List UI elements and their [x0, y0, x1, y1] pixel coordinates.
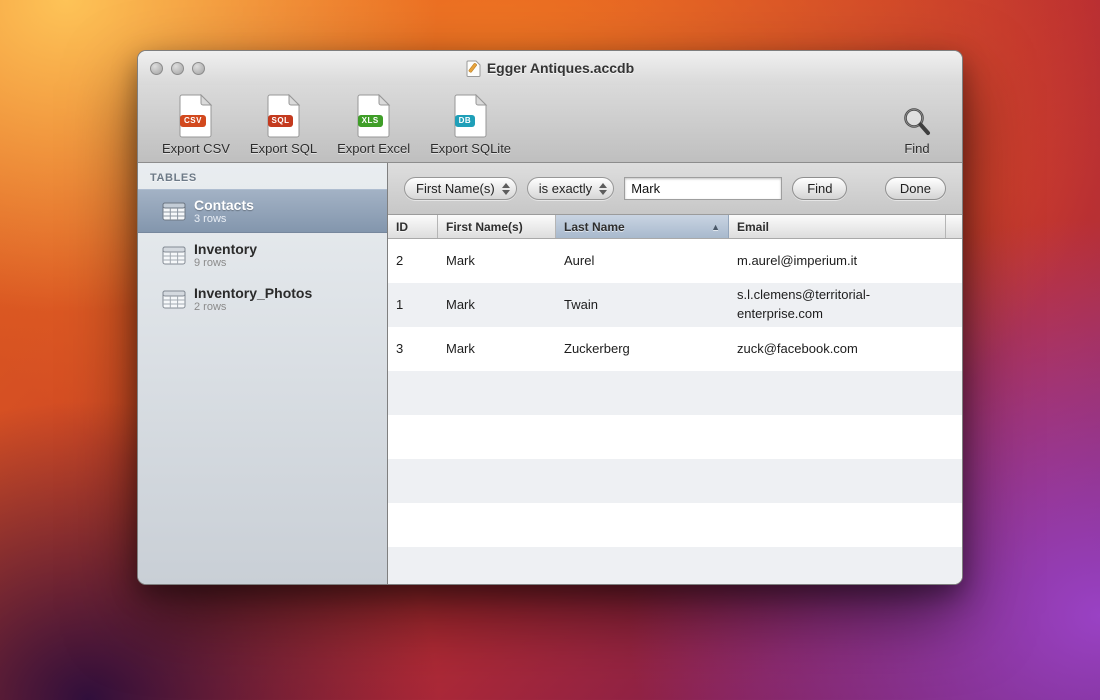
operator-select[interactable]: is exactly: [527, 177, 614, 200]
close-button[interactable]: [150, 62, 163, 75]
stepper-arrows-icon: [599, 183, 607, 195]
column-header-email[interactable]: Email: [729, 215, 946, 238]
zoom-button[interactable]: [192, 62, 205, 75]
operator-select-value: is exactly: [539, 181, 592, 196]
xls-badge: XLS: [358, 115, 383, 127]
export-sql-label: Export SQL: [250, 141, 317, 156]
cell-email: zuck@facebook.com: [729, 327, 962, 371]
sidebar-item-rowcount: 3 rows: [194, 213, 254, 226]
field-select-value: First Name(s): [416, 181, 495, 196]
sidebar-item-inventory[interactable]: Inventory 9 rows: [138, 233, 387, 277]
sidebar: TABLES Contacts 3: [138, 163, 388, 584]
empty-row: [388, 415, 962, 459]
cell-last-name: Zuckerberg: [556, 327, 729, 371]
cell-email: m.aurel@imperium.it: [729, 239, 962, 283]
table-grid-icon: [162, 290, 186, 309]
export-csv-label: Export CSV: [162, 141, 230, 156]
sort-ascending-icon: ▲: [705, 222, 720, 232]
cell-id: 3: [388, 327, 438, 371]
magnifier-icon: [900, 105, 934, 139]
done-button[interactable]: Done: [885, 177, 946, 200]
cell-id: 1: [388, 283, 438, 327]
find-toolbar-label: Find: [904, 141, 929, 156]
column-header-last-name[interactable]: Last Name ▲: [556, 215, 729, 238]
export-excel-button[interactable]: XLS Export Excel: [327, 94, 420, 156]
table-grid-icon: [162, 202, 186, 221]
find-toolbar-button[interactable]: Find: [890, 105, 944, 156]
sql-badge: SQL: [268, 115, 294, 127]
table-row[interactable]: 1 Mark Twain s.l.clemens@territorial-ent…: [388, 283, 962, 327]
csv-file-icon: CSV: [178, 94, 214, 138]
column-header-last-name-label: Last Name: [564, 220, 625, 234]
window-titlebar[interactable]: Egger Antiques.accdb: [138, 51, 962, 85]
db-badge: DB: [455, 115, 476, 127]
table-row[interactable]: 3 Mark Zuckerberg zuck@facebook.com: [388, 327, 962, 371]
cell-first-name: Mark: [438, 283, 556, 327]
export-sqlite-button[interactable]: DB Export SQLite: [420, 94, 521, 156]
filter-value-input[interactable]: [624, 177, 782, 200]
toolbar: CSV Export CSV SQL Export SQL: [138, 85, 962, 163]
cell-first-name: Mark: [438, 239, 556, 283]
empty-row: [388, 547, 962, 584]
filter-bar: First Name(s) is exactly Find Done: [388, 163, 962, 215]
cell-last-name: Aurel: [556, 239, 729, 283]
desktop-wallpaper: Egger Antiques.accdb CSV Export CSV: [0, 0, 1100, 700]
table-rows: 2 Mark Aurel m.aurel@imperium.it 1 Mark …: [388, 239, 962, 584]
find-button[interactable]: Find: [792, 177, 847, 200]
column-header-id[interactable]: ID: [388, 215, 438, 238]
table-grid-icon: [162, 246, 186, 265]
empty-row: [388, 459, 962, 503]
window-title: Egger Antiques.accdb: [487, 60, 634, 76]
export-excel-label: Export Excel: [337, 141, 410, 156]
sidebar-header: TABLES: [138, 163, 387, 189]
db-file-icon: DB: [453, 94, 489, 138]
export-sql-button[interactable]: SQL Export SQL: [240, 94, 327, 156]
sql-file-icon: SQL: [266, 94, 302, 138]
document-icon: [466, 60, 481, 77]
export-sqlite-label: Export SQLite: [430, 141, 511, 156]
sidebar-item-name: Inventory: [194, 241, 257, 257]
field-select[interactable]: First Name(s): [404, 177, 517, 200]
minimize-button[interactable]: [171, 62, 184, 75]
content-area: First Name(s) is exactly Find Done ID Fi…: [388, 163, 962, 584]
table-row[interactable]: 2 Mark Aurel m.aurel@imperium.it: [388, 239, 962, 283]
traffic-lights: [150, 51, 205, 85]
xls-file-icon: XLS: [356, 94, 392, 138]
cell-last-name: Twain: [556, 283, 729, 327]
empty-row: [388, 371, 962, 415]
cell-id: 2: [388, 239, 438, 283]
sidebar-item-rowcount: 9 rows: [194, 257, 257, 270]
sidebar-item-contacts[interactable]: Contacts 3 rows: [138, 189, 387, 233]
cell-first-name: Mark: [438, 327, 556, 371]
column-header-first-name[interactable]: First Name(s): [438, 215, 556, 238]
table-header: ID First Name(s) Last Name ▲ Email: [388, 215, 962, 239]
sidebar-item-name: Inventory_Photos: [194, 285, 312, 301]
export-csv-button[interactable]: CSV Export CSV: [152, 94, 240, 156]
scrollbar-gutter: [946, 215, 962, 238]
stepper-arrows-icon: [502, 183, 510, 195]
sidebar-item-inventory-photos[interactable]: Inventory_Photos 2 rows: [138, 277, 387, 321]
sidebar-item-name: Contacts: [194, 197, 254, 213]
empty-row: [388, 503, 962, 547]
cell-email: s.l.clemens@territorial-enterprise.com: [729, 283, 962, 327]
csv-badge: CSV: [180, 115, 206, 127]
sidebar-item-rowcount: 2 rows: [194, 301, 312, 314]
app-window: Egger Antiques.accdb CSV Export CSV: [137, 50, 963, 585]
